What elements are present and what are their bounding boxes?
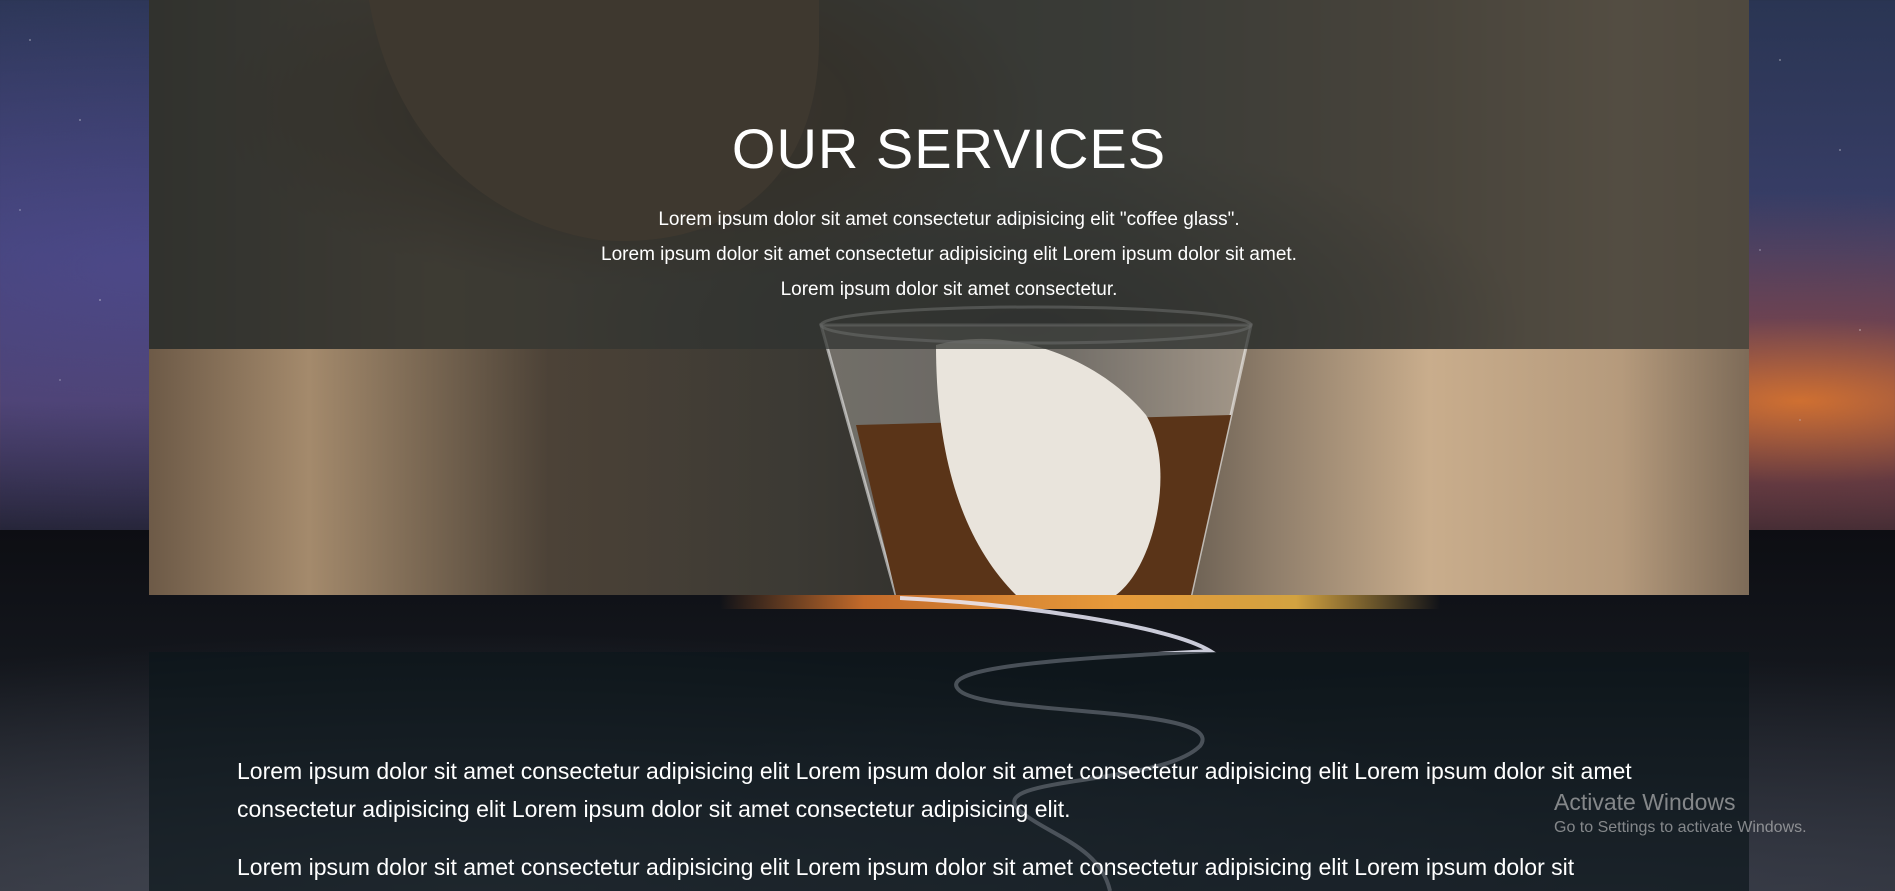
panel-paragraph: Lorem ipsum dolor sit amet consectetur a… [237,854,1575,880]
services-hero: OUR SERVICES Lorem ipsum dolor sit amet … [149,0,1749,595]
services-title: OUR SERVICES [731,116,1167,180]
watermark-subtitle: Go to Settings to activate Windows. [1554,819,1807,836]
services-description-line: Lorem ipsum dolor sit amet consectetur a… [601,244,1297,265]
services-description-line: Lorem ipsum dolor sit amet consectetur. [780,279,1118,300]
watermark-title: Activate Windows [1554,789,1736,815]
panel-paragraph: Lorem ipsum dolor sit amet consectetur a… [237,758,1632,822]
activate-windows-watermark: Activate Windows Go to Settings to activ… [1554,788,1807,840]
services-description: Lorem ipsum dolor sit amet consectetur a… [149,202,1749,307]
content-panel: Lorem ipsum dolor sit amet consectetur a… [149,652,1749,891]
services-description-line: Lorem ipsum dolor sit amet consectetur a… [658,209,1240,230]
